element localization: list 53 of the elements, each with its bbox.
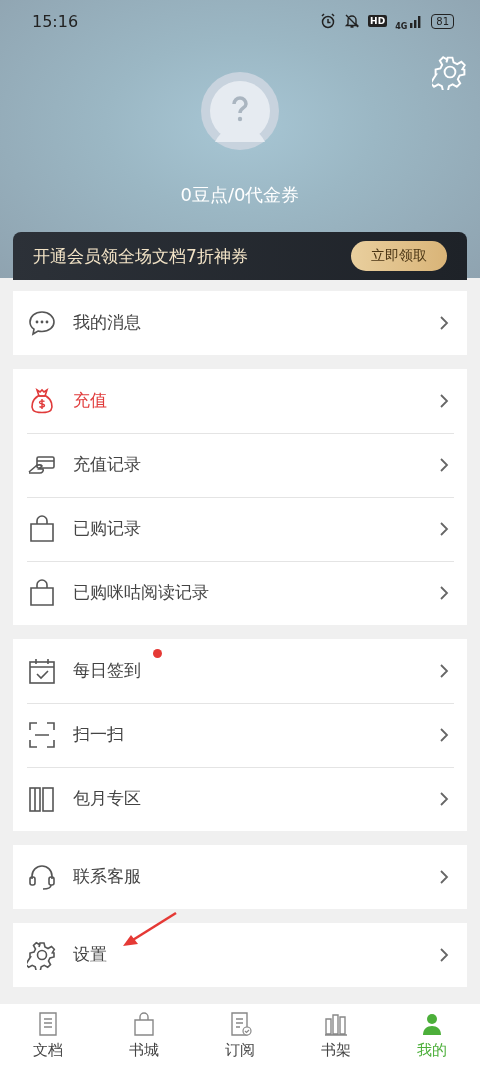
document-icon: [36, 1010, 60, 1037]
menu-label: 包月专区: [73, 787, 141, 811]
nav-tab[interactable]: 文档: [0, 1003, 96, 1067]
bell-off-icon: [344, 13, 361, 29]
menu-label: 充值: [73, 389, 107, 413]
menu-label: 联系客服: [73, 865, 141, 889]
menu-label: 已购咪咕阅读记录: [73, 581, 209, 605]
menu-label: 我的消息: [73, 311, 141, 335]
menu-label: 每日签到: [73, 659, 141, 683]
chevron-icon: [439, 790, 449, 807]
menu-item[interactable]: 充值记录: [13, 432, 467, 497]
document-check-icon: [228, 1010, 252, 1037]
promo-text: 开通会员领全场文档7折神券: [33, 244, 249, 268]
menu-label: 充值记录: [73, 453, 141, 477]
network-label: 4G: [395, 21, 408, 31]
chevron-icon: [439, 314, 449, 331]
menu-label: 设置: [73, 943, 107, 967]
settings-icon: [27, 939, 57, 970]
chevron-icon: [439, 662, 449, 679]
battery-level: 81: [431, 13, 454, 29]
menu-item[interactable]: 充值: [13, 368, 467, 433]
hd-badge: HD: [368, 15, 388, 27]
menu-item[interactable]: 已购记录: [13, 496, 467, 561]
menu-item[interactable]: 设置: [13, 922, 467, 987]
scan-icon: [27, 719, 57, 750]
nav-tab[interactable]: 书城: [96, 1003, 192, 1067]
menu-item[interactable]: 每日签到: [13, 638, 467, 703]
clock-time: 15:16: [32, 11, 80, 31]
alarm-icon: [320, 13, 337, 29]
shopping-bag-icon: [27, 577, 57, 608]
menu-label: 扫一扫: [73, 723, 124, 747]
chevron-icon: [439, 584, 449, 601]
balance-text: 0豆点/0代金券: [179, 183, 301, 207]
menu-item[interactable]: 已购咪咕阅读记录: [13, 560, 467, 625]
chevron-icon: [439, 726, 449, 743]
menu-label: 已购记录: [73, 517, 141, 541]
bag-icon: [132, 1010, 156, 1037]
promo-banner[interactable]: 开通会员领全场文档7折神券 立即领取: [13, 232, 467, 280]
menu-item[interactable]: 扫一扫: [13, 702, 467, 767]
shopping-bag-icon: [27, 513, 57, 544]
menu-item[interactable]: 包月专区: [13, 766, 467, 831]
chevron-icon: [439, 456, 449, 473]
chevron-icon: [439, 392, 449, 409]
chevron-icon: [439, 946, 449, 963]
settings-icon[interactable]: [432, 54, 468, 90]
menu-item[interactable]: 我的消息: [13, 290, 467, 355]
claim-button[interactable]: 立即领取: [351, 241, 447, 271]
avatar-icon[interactable]: [201, 72, 279, 150]
nav-tab[interactable]: 书架: [288, 1003, 384, 1067]
menu-item[interactable]: 联系客服: [13, 844, 467, 909]
nav-tab[interactable]: 订阅: [192, 1003, 288, 1067]
chevron-icon: [439, 868, 449, 885]
chevron-icon: [439, 520, 449, 537]
